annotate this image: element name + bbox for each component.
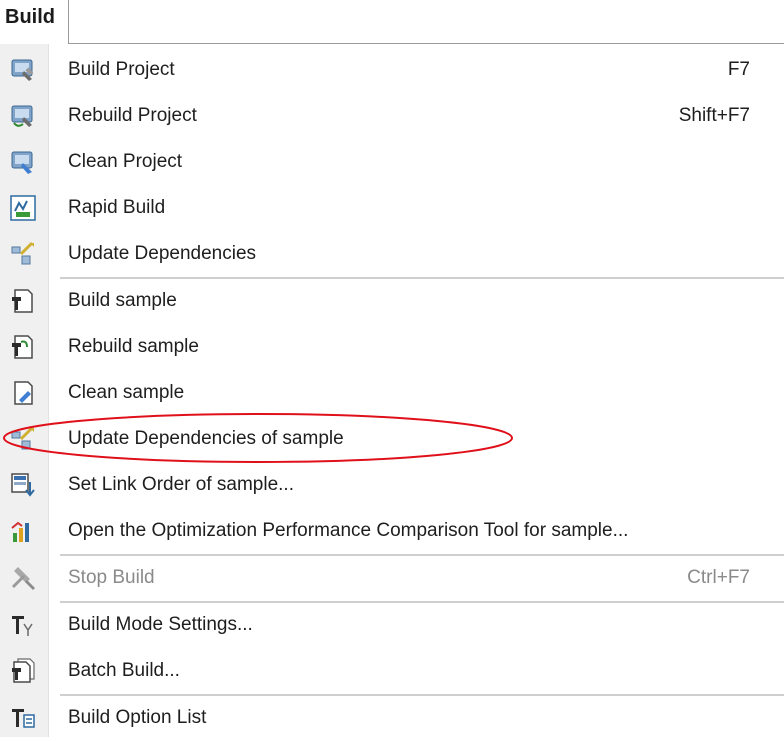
menu-item-build-sample[interactable]: Build sample [0, 278, 784, 324]
rebuild-sample-icon [12, 335, 33, 359]
menu-bar: Build [0, 0, 784, 45]
menu-item-update-dependencies-of-sample[interactable]: Update Dependencies of sample [0, 416, 784, 462]
rebuild-project-icon [11, 105, 33, 127]
menu-item-label: Rapid Build [68, 197, 166, 218]
menu-item-shortcut: F7 [727, 59, 750, 80]
menu-item-label: Stop Build [68, 567, 155, 588]
performance-chart-icon [11, 521, 29, 542]
menu-item-label: Build Project [68, 59, 175, 80]
menu-item-label: Clean Project [68, 151, 183, 172]
menu-item-shortcut: Shift+F7 [678, 105, 750, 126]
menu-item-label: Build Mode Settings... [68, 614, 253, 635]
menu-item-label: Rebuild Project [68, 105, 197, 126]
menu-item-label: Update Dependencies [68, 243, 257, 264]
build-menu-dropdown: Build Project F7 Rebuild Project Shift+F… [0, 44, 784, 737]
menu-item-label: Set Link Order of sample... [68, 474, 294, 495]
menu-item-clean-project[interactable]: Clean Project [0, 139, 784, 185]
menu-item-label: Open the Optimization Performance Compar… [68, 520, 629, 541]
menu-item-update-dependencies[interactable]: Update Dependencies [0, 231, 784, 277]
menu-item-batch-build[interactable]: Batch Build... [0, 648, 784, 694]
build-menu-tab[interactable]: Build [0, 0, 69, 44]
update-dependencies-sample-icon [11, 426, 34, 450]
menu-item-clean-sample[interactable]: Clean sample [0, 370, 784, 416]
menu-item-optimization-comparison-tool[interactable]: Open the Optimization Performance Compar… [0, 508, 784, 554]
menu-item-label: Build sample [68, 290, 177, 311]
batch-build-icon [12, 658, 35, 683]
build-project-icon [11, 59, 34, 81]
link-order-icon [11, 473, 35, 497]
menu-item-build-mode-settings[interactable]: Build Mode Settings... [0, 602, 784, 648]
menu-item-set-link-order[interactable]: Set Link Order of sample... [0, 462, 784, 508]
build-option-list-icon [12, 709, 35, 728]
menu-item-stop-build: Stop Build Ctrl+F7 [0, 555, 784, 601]
build-mode-icon [12, 616, 33, 636]
menu-item-build-option-list[interactable]: Build Option List [0, 695, 784, 741]
stop-build-icon [11, 567, 35, 590]
menu-item-build-project[interactable]: Build Project F7 [0, 47, 784, 93]
menu-item-rebuild-project[interactable]: Rebuild Project Shift+F7 [0, 93, 784, 139]
menu-item-rapid-build[interactable]: Rapid Build [0, 185, 784, 231]
clean-project-icon [11, 151, 33, 174]
update-dependencies-icon [11, 241, 34, 265]
menu-item-label: Rebuild sample [68, 336, 199, 357]
rapid-build-icon [10, 195, 36, 221]
menu-item-rebuild-sample[interactable]: Rebuild sample [0, 324, 784, 370]
menu-item-label: Batch Build... [68, 660, 180, 681]
menu-item-label: Build Option List [68, 707, 207, 728]
clean-sample-icon [14, 381, 33, 405]
menu-item-shortcut: Ctrl+F7 [687, 567, 750, 588]
build-sample-icon [12, 289, 33, 313]
menu-item-label: Clean sample [68, 382, 185, 403]
menu-item-label: Update Dependencies of sample [68, 428, 344, 449]
